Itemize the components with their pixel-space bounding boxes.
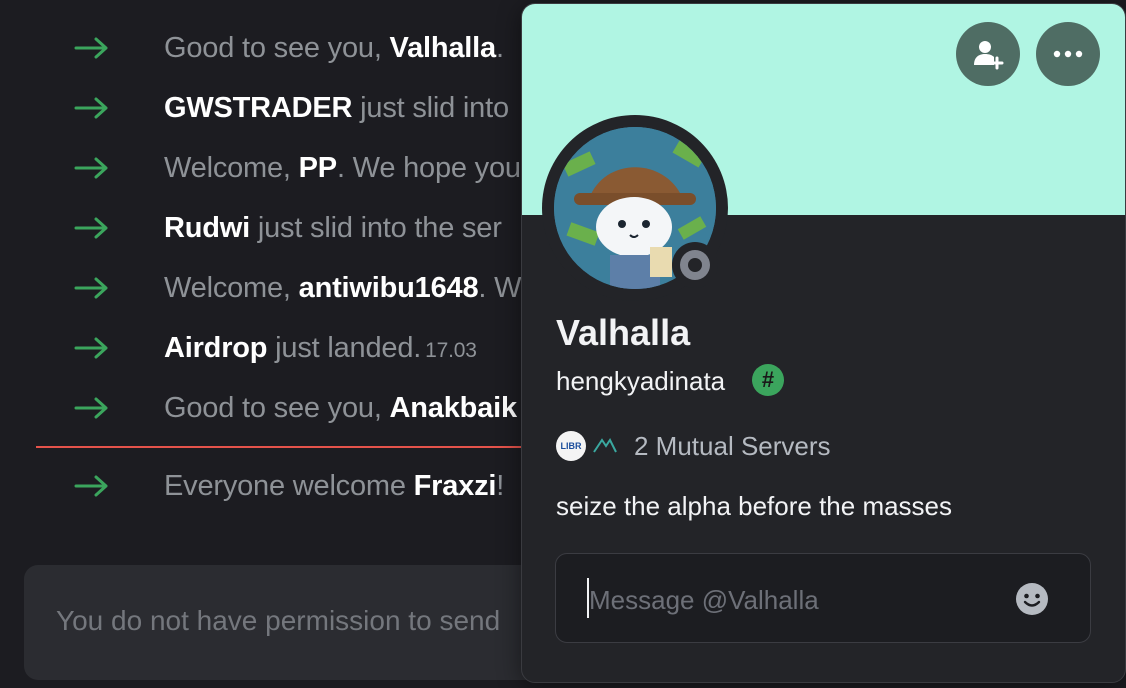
join-arrow-icon xyxy=(74,37,108,59)
message-text: Welcome, antiwibu1648. W xyxy=(164,271,522,304)
server-icon: LIBR xyxy=(556,431,586,461)
username-link[interactable]: Valhalla xyxy=(390,32,497,64)
join-arrow-icon xyxy=(74,475,108,497)
message-text: Good to see you, Valhalla. xyxy=(164,31,504,64)
username-link[interactable]: PP xyxy=(299,152,337,184)
add-friend-icon xyxy=(974,41,1004,70)
permission-notice: You do not have permission to send xyxy=(56,605,501,636)
join-arrow-icon xyxy=(74,97,108,119)
status-indicator xyxy=(672,242,718,288)
profile-bio: seize the alpha before the masses xyxy=(556,491,953,521)
username-link[interactable]: Anakbaik xyxy=(390,392,518,424)
message-placeholder: Message @Valhalla xyxy=(589,585,819,615)
mutual-servers-label: 2 Mutual Servers xyxy=(634,430,831,461)
message-text: Rudwi just slid into the ser xyxy=(164,211,502,244)
user-profile-popout: Valhalla hengkyadinata # LIBR 2 Mutual S… xyxy=(521,3,1126,683)
direct-message-input[interactable]: Message @Valhalla xyxy=(555,553,1091,643)
add-friend-button[interactable] xyxy=(956,22,1020,86)
join-arrow-icon xyxy=(74,337,108,359)
more-options-icon xyxy=(1053,50,1083,58)
message-text: Good to see you, Anakbaik xyxy=(164,391,518,424)
join-arrow-icon xyxy=(74,217,108,239)
mutual-servers-row[interactable]: LIBR 2 Mutual Servers xyxy=(556,426,831,466)
profile-username[interactable]: hengkyadinata xyxy=(556,366,725,397)
join-arrow-icon xyxy=(74,397,108,419)
username-link[interactable]: Rudwi xyxy=(164,212,250,244)
offline-status-icon xyxy=(680,250,710,280)
username-link[interactable]: Airdrop xyxy=(164,332,268,364)
message-text: Everyone welcome Fraxzi! xyxy=(164,469,505,502)
server-icon xyxy=(590,431,620,461)
username-link[interactable]: GWSTRADER xyxy=(164,92,353,124)
username-link[interactable]: Fraxzi xyxy=(414,470,497,502)
username-link[interactable]: antiwibu1648 xyxy=(299,272,479,304)
join-arrow-icon xyxy=(74,277,108,299)
more-options-button[interactable] xyxy=(1036,22,1100,86)
message-text: GWSTRADER just slid into xyxy=(164,91,509,124)
hashtag-badge-icon[interactable]: # xyxy=(752,364,784,396)
timestamp: 17.03 xyxy=(425,338,477,362)
message-text: Airdrop just landed. 17.03 xyxy=(164,331,477,364)
message-text: Welcome, PP. We hope you xyxy=(164,151,521,184)
emoji-icon[interactable] xyxy=(1014,581,1050,617)
join-arrow-icon xyxy=(74,157,108,179)
profile-display-name: Valhalla xyxy=(556,312,691,353)
